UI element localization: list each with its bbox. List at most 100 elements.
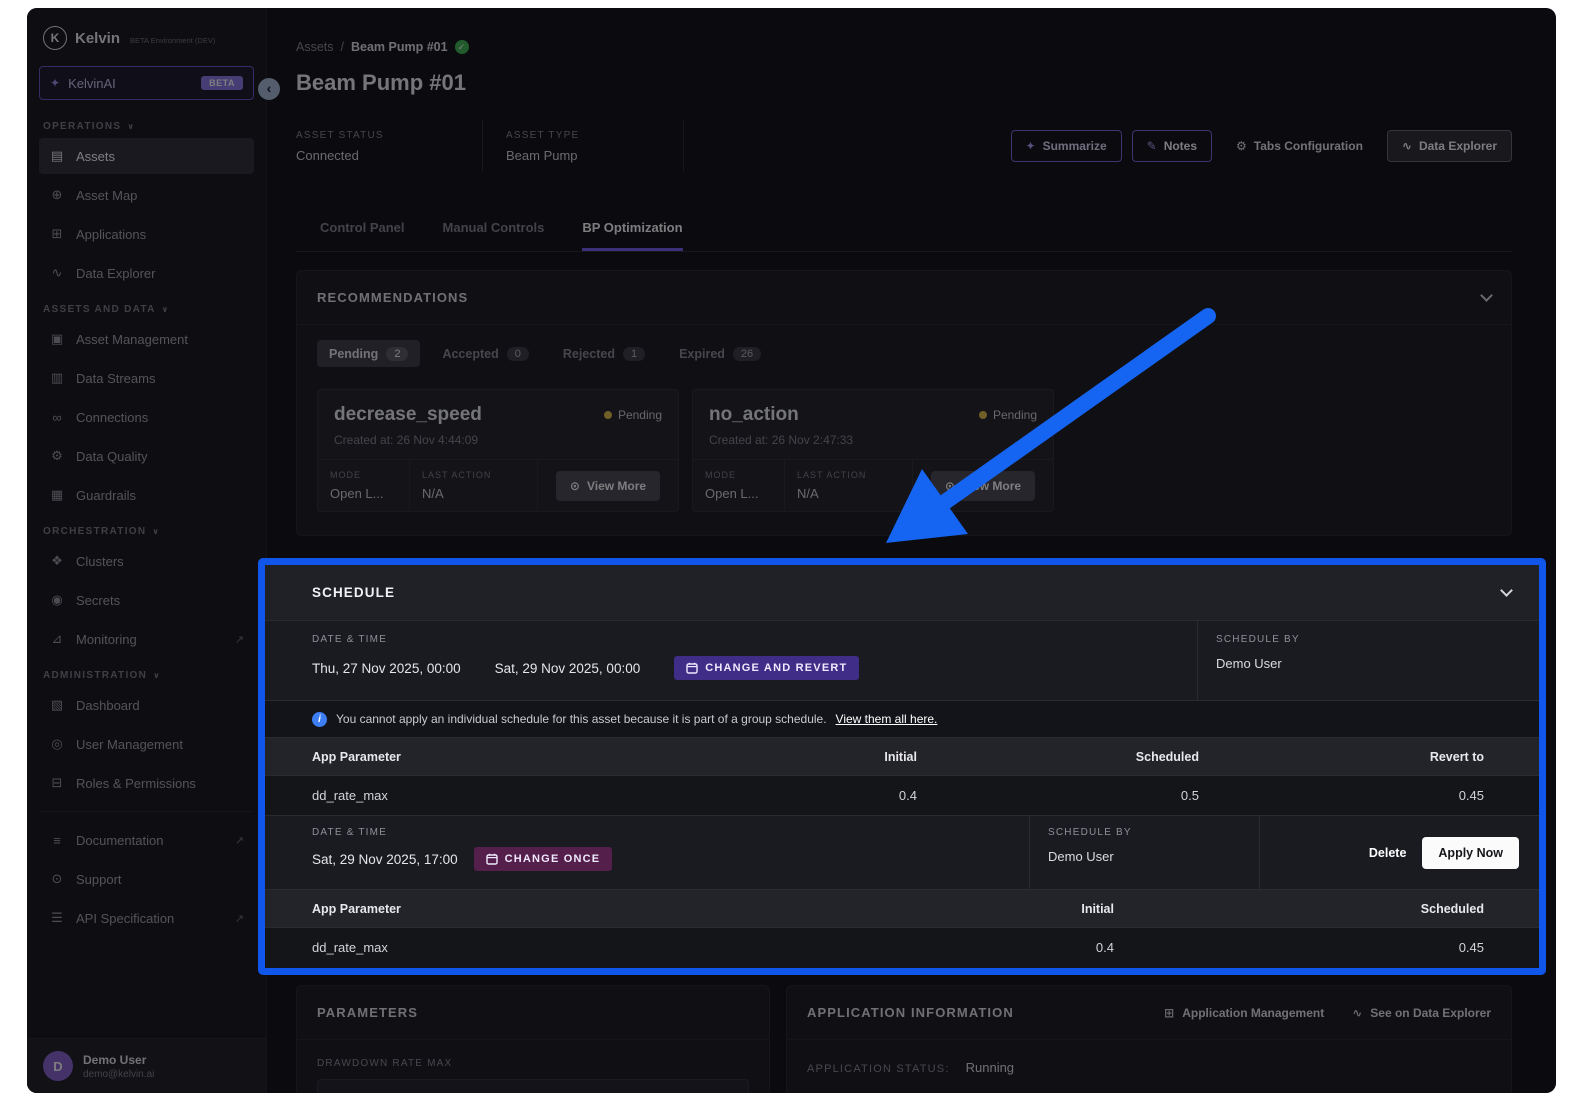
parameters-panel: PARAMETERS DRAWDOWN RATE MAX (296, 985, 770, 1093)
see-on-data-explorer-button[interactable]: ∿ See on Data Explorer (1352, 1006, 1491, 1020)
kelvin-logo-icon: K (43, 26, 67, 50)
tab-bp-optimization[interactable]: BP Optimization (582, 220, 683, 251)
summarize-button[interactable]: ✦ Summarize (1010, 130, 1122, 162)
application-management-button[interactable]: ⊞ Application Management (1164, 1006, 1324, 1020)
sidebar-item-api-specification[interactable]: ☰ API Specification ↗ (39, 900, 254, 936)
breadcrumb-assets-link[interactable]: Assets (296, 40, 334, 54)
sidebar-section-orchestration[interactable]: ORCHESTRATION ∨ (43, 526, 250, 537)
date-time-label: DATE & TIME (312, 634, 388, 645)
last-action-value: N/A (797, 486, 819, 501)
chevron-down-icon: ∨ (153, 671, 161, 680)
clusters-icon: ❖ (51, 553, 63, 568)
secrets-icon: ◉ (51, 592, 63, 607)
sidebar-section-administration[interactable]: ADMINISTRATION ∨ (43, 670, 250, 681)
sidebar-item-label: Guardrails (76, 487, 136, 503)
schedule-table-row: dd_rate_max 0.4 0.45 (265, 927, 1539, 967)
filter-count: 2 (386, 346, 409, 361)
globe-icon: ⊕ (51, 187, 63, 202)
sidebar-item-label: Support (76, 871, 122, 887)
schedule-end-date: Sat, 29 Nov 2025, 00:00 (494, 660, 641, 676)
data-explorer-button[interactable]: ∿ Data Explorer (1386, 130, 1512, 162)
schedule-by-cell: SCHEDULE BY Demo User (1197, 621, 1539, 700)
filter-rejected[interactable]: Rejected 1 (551, 340, 657, 367)
sidebar-collapse-button[interactable]: ‹ (258, 78, 280, 100)
external-link-icon: ↗ (234, 912, 244, 925)
sidebar-section-operations[interactable]: OPERATIONS ∨ (43, 121, 250, 132)
gear-icon: ⚙ (1236, 139, 1247, 153)
section-label: ORCHESTRATION (43, 526, 147, 537)
mode-label: MODE (705, 470, 736, 480)
drawdown-rate-max-input[interactable] (317, 1079, 749, 1093)
kelvinai-button[interactable]: ✦ KelvinAI BETA (39, 66, 254, 100)
sidebar-item-label: Secrets (76, 592, 121, 608)
sidebar-item-support[interactable]: ⊙ Support (39, 861, 254, 897)
apply-now-button[interactable]: Apply Now (1422, 836, 1519, 869)
notes-button[interactable]: ✎ Notes (1131, 130, 1213, 162)
sidebar-item-user-management[interactable]: ◎ User Management (39, 726, 254, 762)
page-header: Assets / Beam Pump #01 ✓ Beam Pump #01 A… (267, 8, 1556, 252)
info-icon: i (312, 711, 327, 727)
chevron-down-icon[interactable] (1500, 584, 1513, 597)
sidebar-item-label: Data Streams (76, 370, 156, 386)
sparkle-icon: ✦ (1025, 139, 1036, 153)
col-revert-to: Revert to (1429, 749, 1484, 764)
sidebar-item-clusters[interactable]: ❖ Clusters (39, 543, 254, 579)
filter-accepted[interactable]: Accepted 0 (430, 340, 540, 367)
created-at: Created at: 26 Nov 4:44:09 (334, 433, 479, 447)
sidebar-item-monitoring[interactable]: ⊿ Monitoring ↗ (39, 621, 254, 657)
col-initial: Initial (884, 749, 917, 764)
chevron-down-icon[interactable] (1480, 289, 1493, 302)
schedule-start-date: Thu, 27 Nov 2025, 00:00 (312, 660, 461, 676)
tabs-configuration-label: Tabs Configuration (1253, 139, 1363, 153)
sidebar-item-roles-permissions[interactable]: ⊟ Roles & Permissions (39, 765, 254, 801)
col-scheduled: Scheduled (1135, 749, 1199, 764)
sidebar-item-label: Data Quality (76, 448, 148, 464)
sidebar-item-asset-management[interactable]: ▣ Asset Management (39, 321, 254, 357)
sidebar-item-label: API Specification (76, 910, 175, 926)
sidebar-item-data-explorer[interactable]: ∿ Data Explorer (39, 255, 254, 291)
tabs-configuration-button[interactable]: ⚙ Tabs Configuration (1222, 130, 1377, 162)
asset-type-group: ASSET TYPE Beam Pump (483, 130, 683, 163)
revert-value: 0.45 (1458, 788, 1484, 803)
filter-expired[interactable]: Expired 26 (667, 340, 773, 367)
app-window: K Kelvin BETA Environment (DEV) ✦ Kelvin… (27, 8, 1556, 1093)
sidebar-item-dashboard[interactable]: ▧ Dashboard (39, 687, 254, 723)
asset-type-label: ASSET TYPE (506, 129, 580, 141)
filter-label: Expired (679, 346, 725, 361)
change-once-button[interactable]: CHANGE ONCE (473, 847, 613, 871)
sidebar-item-asset-map[interactable]: ⊕ Asset Map (39, 177, 254, 213)
view-more-button[interactable]: ⊙ View More (930, 470, 1036, 501)
change-and-revert-button[interactable]: CHANGE AND REVERT (674, 656, 860, 680)
col-app-parameter: App Parameter (312, 749, 401, 764)
user-menu[interactable]: D Demo User demo@kelvin.ai (27, 1038, 266, 1093)
filter-pending[interactable]: Pending 2 (317, 340, 421, 367)
delete-button[interactable]: Delete (1369, 846, 1407, 860)
view-them-all-link[interactable]: View them all here. (836, 712, 938, 726)
view-more-label: View More (586, 478, 647, 493)
schedule-actions-cell: Delete Apply Now (1259, 816, 1539, 889)
tab-control-panel[interactable]: Control Panel (320, 220, 405, 251)
header-actions: ✦ Summarize ✎ Notes ⚙ Tabs Configuration… (1010, 130, 1512, 162)
schedule-table-row: dd_rate_max 0.4 0.5 0.45 (265, 775, 1539, 815)
sidebar-section-assets-and-data[interactable]: ASSETS AND DATA ∨ (43, 304, 250, 315)
waveform-icon: ∿ (1352, 1005, 1363, 1020)
sidebar-item-documentation[interactable]: ≡ Documentation ↗ (39, 822, 254, 858)
calendar-icon (686, 662, 698, 674)
scheduled-value: 0.5 (1180, 788, 1199, 803)
sidebar-item-secrets[interactable]: ◉ Secrets (39, 582, 254, 618)
sidebar-item-applications[interactable]: ⊞ Applications (39, 216, 254, 252)
sidebar-item-label: User Management (76, 736, 183, 752)
sidebar-item-connections[interactable]: ∞ Connections (39, 399, 254, 435)
sidebar-item-data-streams[interactable]: ▥ Data Streams (39, 360, 254, 396)
sidebar-item-guardrails[interactable]: ▦ Guardrails (39, 477, 254, 513)
sidebar-item-assets[interactable]: ▤ Assets (39, 138, 254, 174)
mode-value: Open L... (705, 486, 759, 501)
param-name: dd_rate_max (312, 940, 388, 955)
filter-label: Pending (329, 346, 379, 361)
tab-manual-controls[interactable]: Manual Controls (443, 220, 545, 251)
sidebar-item-data-quality[interactable]: ⚙ Data Quality (39, 438, 254, 474)
initial-value: 0.4 (898, 788, 917, 803)
view-more-button[interactable]: ⊙ View More (555, 470, 661, 501)
mode-cell: MODE Open L... (693, 460, 785, 511)
scheduled-value: 0.45 (1458, 940, 1484, 955)
